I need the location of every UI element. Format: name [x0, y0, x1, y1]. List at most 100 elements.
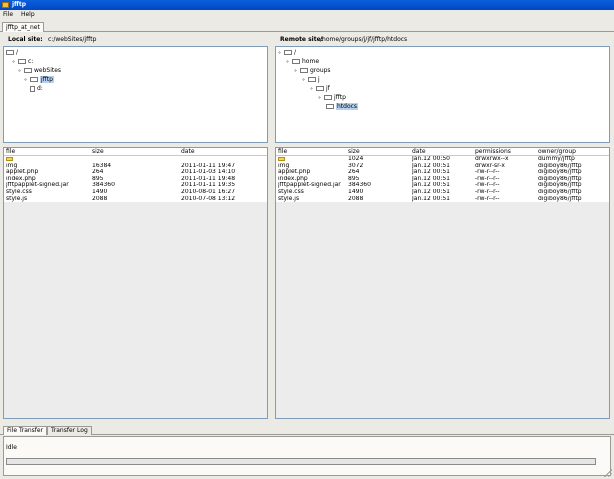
- menu-help[interactable]: Help: [21, 11, 35, 18]
- table-row[interactable]: jfftpapplet-signed.jar 384360 2011-01-11 1…: [4, 182, 267, 189]
- table-cell-file: index.php: [6, 175, 36, 182]
- tree-node-label: jfftp: [334, 94, 346, 101]
- table-cell-size: 264: [92, 169, 104, 176]
- table-cell-file: applet.php: [6, 169, 39, 176]
- tab-transfer-log[interactable]: Transfer Log: [47, 426, 92, 435]
- tree-node-label: c:: [28, 58, 34, 65]
- column-header-size[interactable]: size: [348, 148, 360, 156]
- table-row[interactable]: style.js 2088 Jan.12 00:51 -rw-r--r-- digibo…: [276, 196, 609, 203]
- tree-toggle-icon[interactable]: ∘: [278, 49, 283, 57]
- tree-toggle-icon[interactable]: ∘: [294, 67, 299, 75]
- drive-icon: [30, 85, 35, 92]
- table-cell-owner: digiboy86/jfftp: [538, 162, 582, 169]
- tree-node[interactable]: htdocs: [326, 103, 359, 111]
- menu-file[interactable]: File: [3, 11, 13, 18]
- local-file-table[interactable]: file size date img 16384 2011-01-11 19:47 app…: [3, 147, 268, 419]
- table-cell-permissions: drwxr-sr-x: [475, 162, 505, 169]
- local-tree[interactable]: / ∘ c: ∘ webSites ∘ jfftp d:: [3, 46, 268, 143]
- tree-node[interactable]: d:: [30, 85, 43, 93]
- table-row[interactable]: jfftpapplet-signed.jar 384360 Jan.12 00:51…: [276, 182, 609, 189]
- tree-node-label: groups: [310, 67, 331, 74]
- folder-icon: [308, 77, 316, 82]
- remote-path[interactable]: /home/groups/j/jf/jfftp/htdocs: [320, 35, 407, 45]
- table-cell-size: 1490: [92, 188, 108, 195]
- table-cell-size: 384360: [92, 182, 115, 189]
- local-site-header: Local site: c:/webSites/jfftp: [8, 35, 266, 45]
- tree-node[interactable]: ∘ c:: [12, 58, 33, 66]
- tree-toggle-icon[interactable]: ∘: [18, 67, 23, 75]
- tree-toggle-icon[interactable]: ∘: [12, 58, 17, 66]
- tree-node[interactable]: ∘ groups: [294, 67, 331, 75]
- table-cell-date: 2011-01-03 14:10: [181, 169, 236, 176]
- tree-node-label: j: [318, 76, 320, 83]
- table-cell-date: 2011-01-11 19:35: [181, 182, 236, 189]
- tab-site[interactable]: jfftp_at_net: [2, 22, 44, 32]
- table-row[interactable]: img 16384 2011-01-11 19:47: [4, 163, 267, 170]
- tree-toggle-icon[interactable]: ∘: [24, 76, 29, 84]
- table-row[interactable]: style.css 1490 Jan.12 00:51 -rw-r--r-- digib…: [276, 189, 609, 196]
- tree-node[interactable]: ∘ home: [286, 58, 319, 66]
- tree-toggle-icon[interactable]: ∘: [302, 76, 307, 84]
- tree-node[interactable]: ∘ jfftp: [24, 76, 54, 84]
- table-cell-size: 384360: [348, 182, 371, 189]
- app-icon: [2, 2, 9, 8]
- tab-file-transfer[interactable]: File Transfer: [3, 426, 48, 435]
- table-row[interactable]: style.css 1490 2010-08-01 16:27: [4, 189, 267, 196]
- tree-toggle-icon[interactable]: ∘: [286, 58, 291, 66]
- table-row[interactable]: 1024 Jan.12 00:50 drwxrwx--x dummy/jfftp: [276, 156, 609, 163]
- column-header-permissions[interactable]: permissions: [475, 148, 511, 156]
- table-cell-size: 1024: [348, 156, 364, 162]
- column-header-date[interactable]: date: [181, 148, 195, 156]
- column-header-size[interactable]: size: [92, 148, 104, 156]
- table-cell-file: img: [6, 162, 18, 169]
- column-header-file[interactable]: file: [278, 148, 287, 156]
- table-row[interactable]: index.php 895 Jan.12 00:51 -rw-r--r-- digibo…: [276, 176, 609, 183]
- table-cell-permissions: -rw-r--r--: [475, 195, 500, 202]
- remote-tree[interactable]: ∘ / ∘ home ∘ groups ∘ j ∘ jf ∘ jfftp htdocs: [275, 46, 610, 143]
- remote-site-label: Remote site:: [280, 36, 324, 43]
- resize-grip[interactable]: [604, 469, 612, 477]
- column-header-file[interactable]: file: [6, 148, 15, 156]
- table-cell-date: Jan.12 00:51: [412, 188, 450, 195]
- table-row[interactable]: img 3072 Jan.12 00:51 drwxr-sr-x digiboy86/j…: [276, 163, 609, 170]
- table-row[interactable]: style.js 2088 2010-07-08 13:12: [4, 196, 267, 203]
- table-cell-file: style.js: [6, 195, 28, 202]
- tree-node[interactable]: ∘ jfftp: [318, 94, 346, 102]
- table-row[interactable]: [4, 156, 267, 163]
- table-cell-date: Jan.12 00:51: [412, 169, 450, 176]
- table-row[interactable]: applet.php 264 Jan.12 00:51 -rw-r--r-- digib…: [276, 169, 609, 176]
- table-cell-owner: digiboy86/jfftp: [538, 188, 582, 195]
- menu-bar: File Help: [0, 10, 614, 20]
- tree-node[interactable]: ∘ /: [278, 49, 296, 57]
- table-cell-date: Jan.12 00:51: [412, 195, 450, 202]
- table-cell-size: 2088: [92, 195, 108, 202]
- local-path[interactable]: c:/webSites/jfftp: [48, 35, 96, 45]
- bottom-tab-strip: File Transfer Transfer Log: [0, 425, 614, 435]
- folder-icon: [24, 68, 32, 73]
- tree-node[interactable]: ∘ j: [302, 76, 320, 84]
- table-row[interactable]: index.php 895 2011-01-11 19:48: [4, 176, 267, 183]
- tree-toggle-icon[interactable]: ∘: [318, 94, 323, 102]
- remote-table-header: file size date permissions owner/group: [276, 148, 609, 156]
- folder-icon: [30, 77, 38, 82]
- folder-icon: [18, 59, 26, 64]
- table-cell-file: style.css: [278, 188, 304, 195]
- local-site-label: Local site:: [8, 36, 43, 43]
- tree-node[interactable]: ∘ jf: [310, 85, 330, 93]
- table-row[interactable]: applet.php 264 2011-01-03 14:10: [4, 169, 267, 176]
- table-cell-size: 1490: [348, 188, 364, 195]
- tree-toggle-icon[interactable]: ∘: [310, 85, 315, 93]
- remote-file-table[interactable]: file size date permissions owner/group 1024 J…: [275, 147, 610, 419]
- transfer-progress-bar: [6, 458, 596, 465]
- table-cell-owner: digiboy86/jfftp: [538, 175, 582, 182]
- tree-node[interactable]: ∘ webSites: [18, 67, 61, 75]
- column-header-date[interactable]: date: [412, 148, 426, 156]
- tree-node-label: webSites: [34, 67, 62, 74]
- tree-node[interactable]: /: [6, 49, 18, 57]
- table-cell-permissions: -rw-r--r--: [475, 188, 500, 195]
- local-table-header: file size date: [4, 148, 267, 156]
- transfer-status: Idle: [6, 444, 17, 451]
- table-cell-date: Jan.12 00:51: [412, 175, 450, 182]
- column-header-ownergroup[interactable]: owner/group: [538, 148, 576, 156]
- table-cell-file: index.php: [278, 175, 308, 182]
